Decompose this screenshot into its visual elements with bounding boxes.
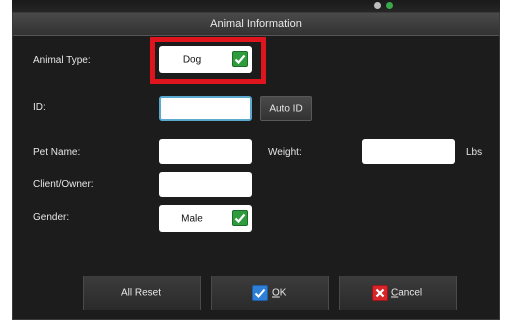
pet-name-label: Pet Name: (33, 147, 81, 158)
weight-unit-label: Lbs (466, 147, 483, 158)
cancel-label-rest: ancel (398, 287, 423, 299)
ok-label-rest: K (279, 287, 287, 299)
pet-name-input[interactable] (159, 139, 252, 164)
status-dot-icon (386, 2, 393, 9)
weight-input[interactable] (362, 139, 455, 164)
gender-select[interactable]: Male (159, 205, 252, 232)
auto-id-button[interactable]: Auto ID (260, 96, 312, 121)
ok-button[interactable]: OK (211, 276, 329, 310)
x-icon (372, 285, 388, 301)
auto-id-label: Auto ID (269, 103, 303, 114)
all-reset-label: All Reset (121, 287, 162, 299)
cancel-label: Cancel (391, 288, 422, 299)
animal-type-value: Dog (182, 54, 202, 65)
id-label: ID: (33, 102, 46, 113)
client-owner-input[interactable] (159, 172, 252, 197)
checkmark-icon (232, 210, 248, 226)
animal-type-select[interactable]: Dog (159, 46, 252, 73)
gender-value: Male (181, 213, 203, 224)
dialog-title: Animal Information (13, 13, 499, 36)
cancel-button[interactable]: Cancel (339, 276, 457, 310)
client-owner-label: Client/Owner: (33, 179, 94, 190)
ok-label: OK (272, 288, 286, 299)
gender-label: Gender: (33, 212, 70, 223)
weight-label: Weight: (268, 147, 302, 158)
ok-accelerator: O (272, 287, 280, 299)
id-input[interactable] (159, 96, 252, 121)
checkmark-icon (252, 285, 268, 301)
status-dot-icon (374, 2, 381, 9)
all-reset-button[interactable]: All Reset (83, 276, 201, 310)
checkmark-icon (232, 51, 248, 67)
animal-type-label: Animal Type: (33, 55, 91, 66)
